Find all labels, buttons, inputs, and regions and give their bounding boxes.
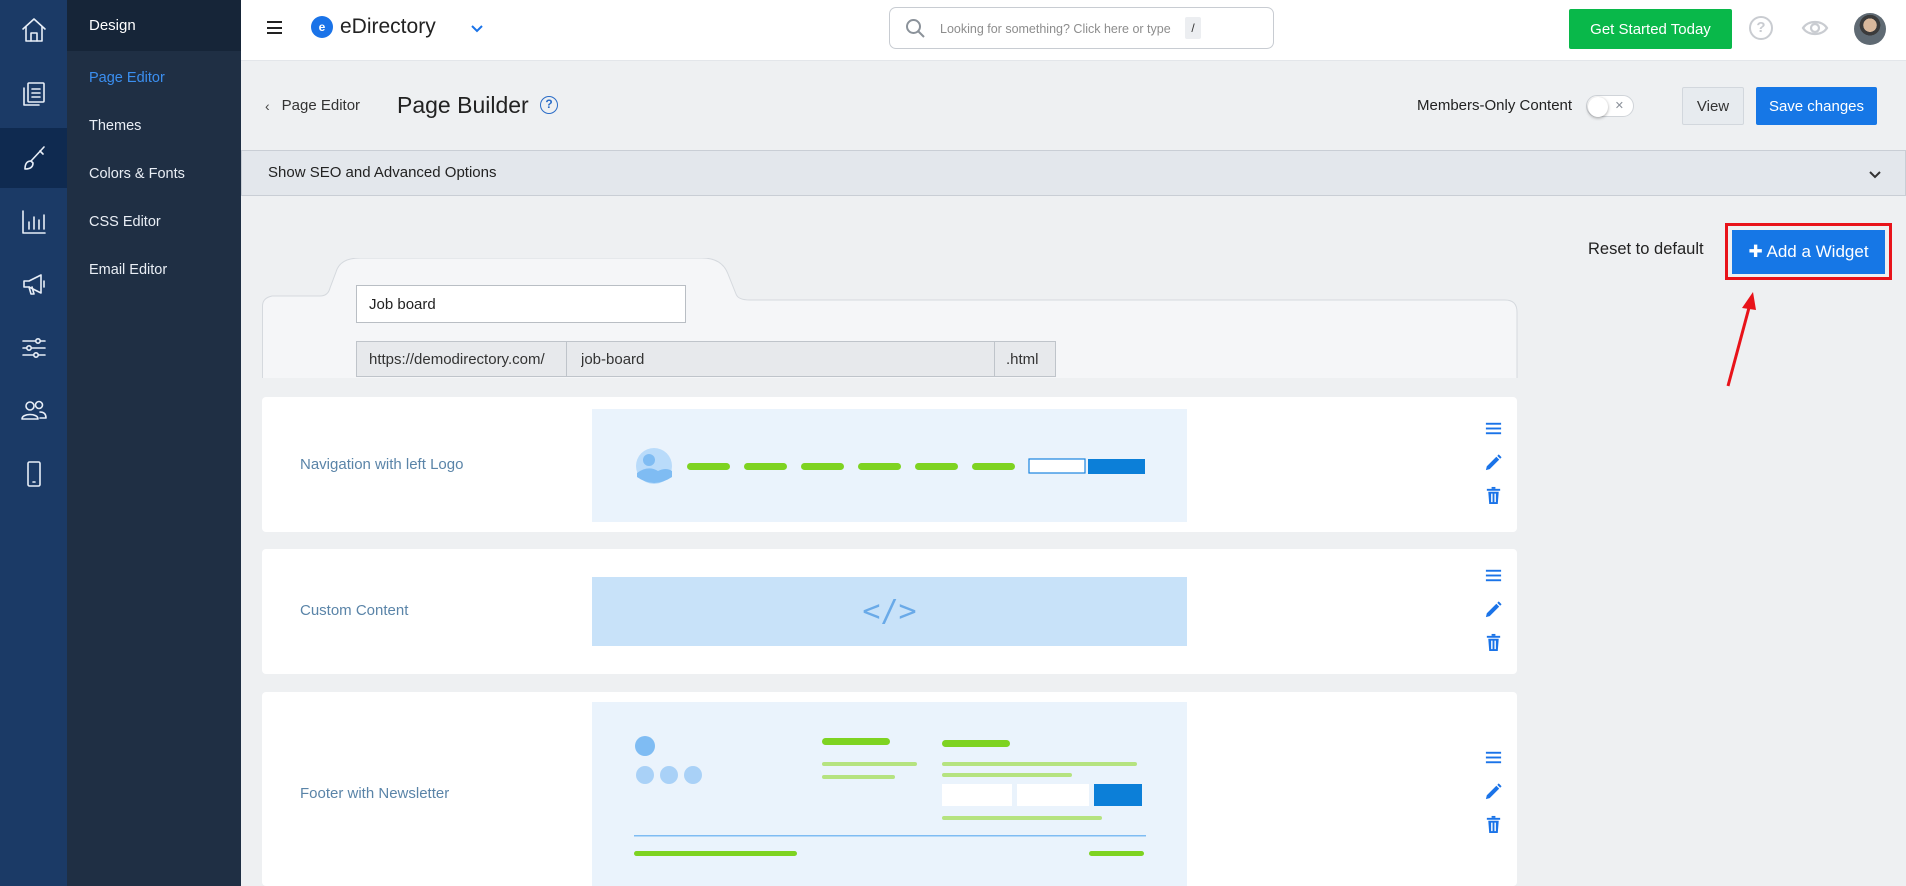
top-bar: e eDirectory / Get Started Today ? xyxy=(241,0,1906,61)
footer-preview-graphic xyxy=(634,736,1146,856)
question-icon[interactable]: ? xyxy=(540,96,558,114)
avatar[interactable] xyxy=(1854,13,1886,45)
edit-pencil-icon[interactable] xyxy=(1482,598,1504,620)
trash-icon[interactable] xyxy=(1482,813,1504,835)
search-input[interactable] xyxy=(940,19,1190,39)
navigation-preview-graphic xyxy=(636,448,1145,484)
megaphone-icon xyxy=(22,274,45,295)
widget-label: Navigation with left Logo xyxy=(300,456,464,473)
hamburger-menu-icon[interactable] xyxy=(267,21,282,34)
eye-icon[interactable] xyxy=(1801,16,1829,45)
reset-to-default-link[interactable]: Reset to default xyxy=(1588,240,1704,259)
rail-promote[interactable] xyxy=(0,254,67,314)
mobile-icon xyxy=(26,461,41,487)
code-icon: </> xyxy=(862,594,917,629)
subnav-item-colors-fonts[interactable]: Colors & Fonts xyxy=(89,166,185,182)
widget-label: Footer with Newsletter xyxy=(300,785,450,802)
widget-actions xyxy=(1482,746,1504,836)
trash-icon[interactable] xyxy=(1482,484,1504,506)
chevron-down-icon xyxy=(1869,171,1881,179)
rail-pages[interactable] xyxy=(0,64,67,124)
edit-pencil-icon[interactable] xyxy=(1482,780,1504,802)
url-field: https://demodirectory.com/ .html xyxy=(356,341,1056,377)
close-icon: ✕ xyxy=(1614,100,1624,112)
rail-settings[interactable] xyxy=(0,318,67,378)
reorder-icon[interactable] xyxy=(1482,564,1504,586)
annotation-arrow xyxy=(1726,292,1756,387)
search-shortcut-key: / xyxy=(1185,17,1201,39)
subnav-item-page-editor[interactable]: Page Editor xyxy=(89,70,165,86)
brush-icon xyxy=(23,146,45,170)
chart-icon xyxy=(21,210,46,234)
rail-mobile[interactable] xyxy=(0,444,67,504)
rail-users[interactable] xyxy=(0,380,67,440)
icon-rail xyxy=(0,0,67,886)
toggle-knob xyxy=(1588,97,1608,117)
widget-actions xyxy=(1482,417,1504,507)
widget-label: Custom Content xyxy=(300,602,409,619)
back-label: Page Editor xyxy=(281,97,361,114)
subnav-item-themes[interactable]: Themes xyxy=(89,118,141,134)
widget-actions xyxy=(1482,564,1504,654)
widget-preview-footer[interactable] xyxy=(592,702,1187,886)
back-to-page-editor-link[interactable]: ‹ Page Editor xyxy=(265,97,360,114)
url-prefix: https://demodirectory.com/ xyxy=(356,341,567,377)
save-changes-button[interactable]: Save changes xyxy=(1756,87,1877,125)
design-subnav: Design Page Editor Themes Colors & Fonts… xyxy=(67,0,241,886)
search-icon xyxy=(906,19,925,38)
add-widget-button[interactable]: ✚ Add a Widget xyxy=(1732,230,1885,274)
view-button[interactable]: View xyxy=(1682,87,1744,125)
seo-advanced-options-toggle[interactable]: Show SEO and Advanced Options xyxy=(241,150,1906,196)
edit-pencil-icon[interactable] xyxy=(1482,451,1504,473)
widget-card-navigation: Navigation with left Logo xyxy=(262,397,1517,532)
brand-name: eDirectory xyxy=(340,15,436,38)
search-box: / xyxy=(889,7,1274,49)
trash-icon[interactable] xyxy=(1482,631,1504,653)
widget-card-custom-content: Custom Content </> xyxy=(262,549,1517,674)
chevron-left-icon: ‹ xyxy=(265,97,270,114)
brand[interactable]: e eDirectory xyxy=(311,15,436,39)
widget-card-footer-newsletter: Footer with Newsletter xyxy=(262,692,1517,886)
rail-home[interactable] xyxy=(0,0,67,60)
pages-icon xyxy=(22,82,45,106)
page-title: Page Builder xyxy=(397,92,529,118)
widget-preview-custom-content[interactable]: </> xyxy=(592,577,1187,646)
url-suffix: .html xyxy=(995,341,1056,377)
widget-preview-navigation[interactable] xyxy=(592,409,1187,522)
reorder-icon[interactable] xyxy=(1482,746,1504,768)
users-icon xyxy=(20,400,47,420)
members-only-label: Members-Only Content xyxy=(1417,97,1573,114)
chevron-down-icon[interactable] xyxy=(469,20,485,41)
subnav-header: Design xyxy=(67,0,241,51)
sliders-icon xyxy=(21,338,46,358)
brand-logo-icon: e xyxy=(311,16,333,38)
reorder-icon[interactable] xyxy=(1482,417,1504,439)
subnav-item-email-editor[interactable]: Email Editor xyxy=(89,262,167,278)
rail-design[interactable] xyxy=(0,128,67,188)
url-slug-input[interactable] xyxy=(567,341,995,377)
page-name-input[interactable] xyxy=(356,285,686,323)
members-only-toggle[interactable]: ✕ xyxy=(1586,95,1634,117)
subnav-item-css-editor[interactable]: CSS Editor xyxy=(89,214,161,230)
seo-label: Show SEO and Advanced Options xyxy=(268,164,497,181)
home-icon xyxy=(21,18,46,42)
rail-reports[interactable] xyxy=(0,192,67,252)
help-icon[interactable]: ? xyxy=(1749,16,1773,40)
get-started-button[interactable]: Get Started Today xyxy=(1569,9,1732,49)
